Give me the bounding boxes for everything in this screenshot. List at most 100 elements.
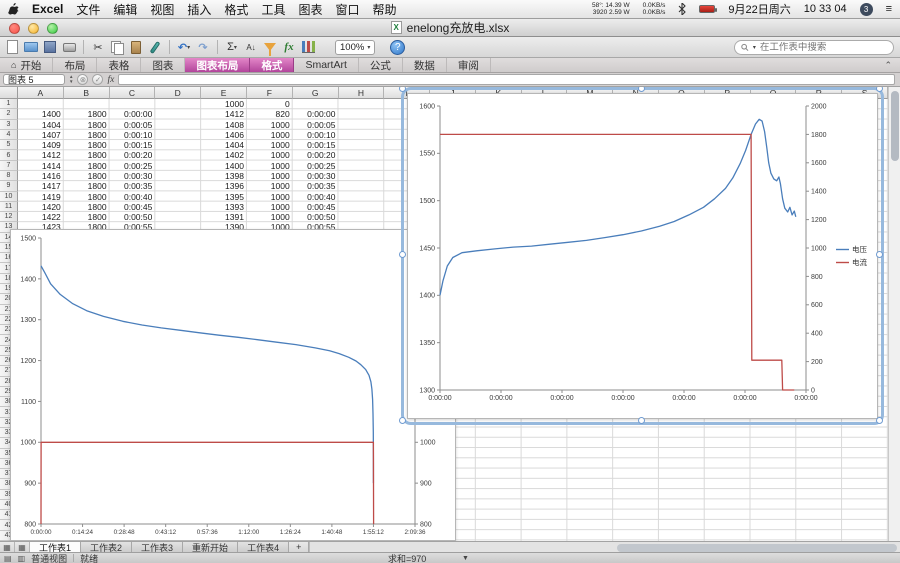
cell-E8[interactable]: 1398: [201, 171, 244, 181]
sheet-tab-工作表4[interactable]: 工作表4: [238, 542, 289, 552]
cell-B8[interactable]: 1800: [64, 171, 107, 181]
cell-E9[interactable]: 1396: [201, 181, 244, 191]
cell-C8[interactable]: 0:00:30: [110, 171, 153, 181]
cell-B4[interactable]: 1800: [64, 130, 107, 140]
apple-menu-icon[interactable]: [8, 3, 19, 16]
menubar-clock[interactable]: 10 33 04: [804, 3, 847, 15]
cell-A10[interactable]: 1419: [18, 192, 61, 202]
network-meter-status[interactable]: 0.0KB/s 0.0KB/s: [643, 2, 666, 17]
cell-A4[interactable]: 1407: [18, 130, 61, 140]
cell-B10[interactable]: 1800: [64, 192, 107, 202]
battery-icon[interactable]: [699, 5, 715, 13]
cell-B7[interactable]: 1800: [64, 161, 107, 171]
cell-G12[interactable]: 0:00:50: [293, 212, 336, 222]
close-window-button[interactable]: [9, 23, 20, 34]
row-header-4[interactable]: 4: [0, 130, 18, 140]
zoom-window-button[interactable]: [47, 23, 58, 34]
ribbon-tab-开始[interactable]: ⌂开始: [0, 58, 53, 72]
user-menu-icon[interactable]: 3: [860, 3, 873, 16]
ribbon-tab-审阅[interactable]: 审阅: [447, 58, 491, 72]
cell-G5[interactable]: 0:00:15: [293, 140, 336, 150]
filter-button[interactable]: [262, 39, 278, 55]
discharge-chart-object[interactable]: 8009001000110012001300140015008009001000…: [10, 229, 456, 541]
cell-C7[interactable]: 0:00:25: [110, 161, 153, 171]
autosum-button[interactable]: Σ▾: [224, 39, 240, 55]
cell-F4[interactable]: 1000: [247, 130, 290, 140]
cell-E6[interactable]: 1402: [201, 150, 244, 160]
cell-A8[interactable]: 1416: [18, 171, 61, 181]
cell-G9[interactable]: 0:00:35: [293, 181, 336, 191]
cell-C11[interactable]: 0:00:45: [110, 202, 153, 212]
cancel-entry-button[interactable]: ⊗: [77, 74, 88, 85]
row-header-8[interactable]: 8: [0, 171, 18, 181]
cell-F8[interactable]: 1000: [247, 171, 290, 181]
cell-B9[interactable]: 1800: [64, 181, 107, 191]
tab-scroll-left-button[interactable]: ▦: [0, 542, 15, 552]
sheet-tab-工作表1[interactable]: 工作表1: [30, 542, 81, 552]
cell-F11[interactable]: 1000: [247, 202, 290, 212]
cell-A12[interactable]: 1422: [18, 212, 61, 222]
select-all-corner[interactable]: [0, 87, 18, 99]
cell-F1[interactable]: 0: [247, 99, 290, 109]
menu-item-文件[interactable]: 文件: [76, 1, 100, 18]
cell-B5[interactable]: 1800: [64, 140, 107, 150]
cell-G11[interactable]: 0:00:45: [293, 202, 336, 212]
autocalc-sum[interactable]: 求和=970 ▼: [388, 553, 426, 563]
cell-B12[interactable]: 1800: [64, 212, 107, 222]
save-button[interactable]: [42, 39, 58, 55]
cell-C2[interactable]: 0:00:00: [110, 109, 153, 119]
cell-F5[interactable]: 1000: [247, 140, 290, 150]
vertical-scroll-thumb[interactable]: [891, 91, 899, 161]
column-header-C[interactable]: C: [110, 87, 156, 99]
sheet-search-box[interactable]: ▾: [734, 40, 894, 55]
name-box[interactable]: 图表 5: [3, 74, 65, 85]
sheet-tab-工作表3[interactable]: 工作表3: [132, 542, 183, 552]
ribbon-collapse-button[interactable]: ⌃: [876, 58, 900, 72]
cell-F7[interactable]: 1000: [247, 161, 290, 171]
cell-G4[interactable]: 0:00:10: [293, 130, 336, 140]
ribbon-tab-SmartArt[interactable]: SmartArt: [294, 58, 358, 72]
cell-C5[interactable]: 0:00:15: [110, 140, 153, 150]
cell-F3[interactable]: 1000: [247, 120, 290, 130]
row-header-10[interactable]: 10: [0, 192, 18, 202]
cell-C6[interactable]: 0:00:20: [110, 150, 153, 160]
cell-A11[interactable]: 1420: [18, 202, 61, 212]
column-header-E[interactable]: E: [201, 87, 247, 99]
column-header-B[interactable]: B: [64, 87, 110, 99]
cell-B2[interactable]: 1800: [64, 109, 107, 119]
formula-builder-button[interactable]: fx: [281, 39, 297, 55]
cell-F6[interactable]: 1000: [247, 150, 290, 160]
power-meter-status[interactable]: 58°: 14.39 W 3920 2.59 W: [592, 2, 630, 17]
app-menu-excel[interactable]: Excel: [32, 2, 63, 16]
ribbon-tab-布局[interactable]: 布局: [53, 58, 97, 72]
menu-item-窗口[interactable]: 窗口: [335, 1, 359, 18]
ribbon-tab-格式[interactable]: 格式: [250, 58, 294, 72]
search-input[interactable]: [760, 42, 887, 53]
cell-C12[interactable]: 0:00:50: [110, 212, 153, 222]
new-workbook-button[interactable]: [4, 39, 20, 55]
horizontal-scrollbar[interactable]: [309, 542, 900, 552]
bluetooth-icon[interactable]: [678, 3, 686, 15]
formula-input[interactable]: [118, 74, 895, 85]
row-header-2[interactable]: 2: [0, 109, 18, 119]
charge-chart-object[interactable]: 1300135014001450150015501600020040060080…: [407, 93, 878, 419]
row-header-6[interactable]: 6: [0, 150, 18, 160]
cell-C4[interactable]: 0:00:10: [110, 130, 153, 140]
cell-A6[interactable]: 1412: [18, 150, 61, 160]
cell-F2[interactable]: 820: [247, 109, 290, 119]
column-header-A[interactable]: A: [18, 87, 64, 99]
column-header-G[interactable]: G: [293, 87, 339, 99]
sheet-tab-重新开始[interactable]: 重新开始: [183, 542, 238, 552]
redo-button[interactable]: ↷: [195, 39, 211, 55]
row-header-5[interactable]: 5: [0, 140, 18, 150]
ribbon-tab-公式[interactable]: 公式: [359, 58, 403, 72]
cell-B11[interactable]: 1800: [64, 202, 107, 212]
cell-E2[interactable]: 1412: [201, 109, 244, 119]
row-header-7[interactable]: 7: [0, 161, 18, 171]
cell-G6[interactable]: 0:00:20: [293, 150, 336, 160]
cell-C3[interactable]: 0:00:05: [110, 120, 153, 130]
cell-E12[interactable]: 1391: [201, 212, 244, 222]
accept-entry-button[interactable]: ✓: [92, 74, 103, 85]
cell-A3[interactable]: 1404: [18, 120, 61, 130]
format-painter-button[interactable]: [147, 39, 163, 55]
